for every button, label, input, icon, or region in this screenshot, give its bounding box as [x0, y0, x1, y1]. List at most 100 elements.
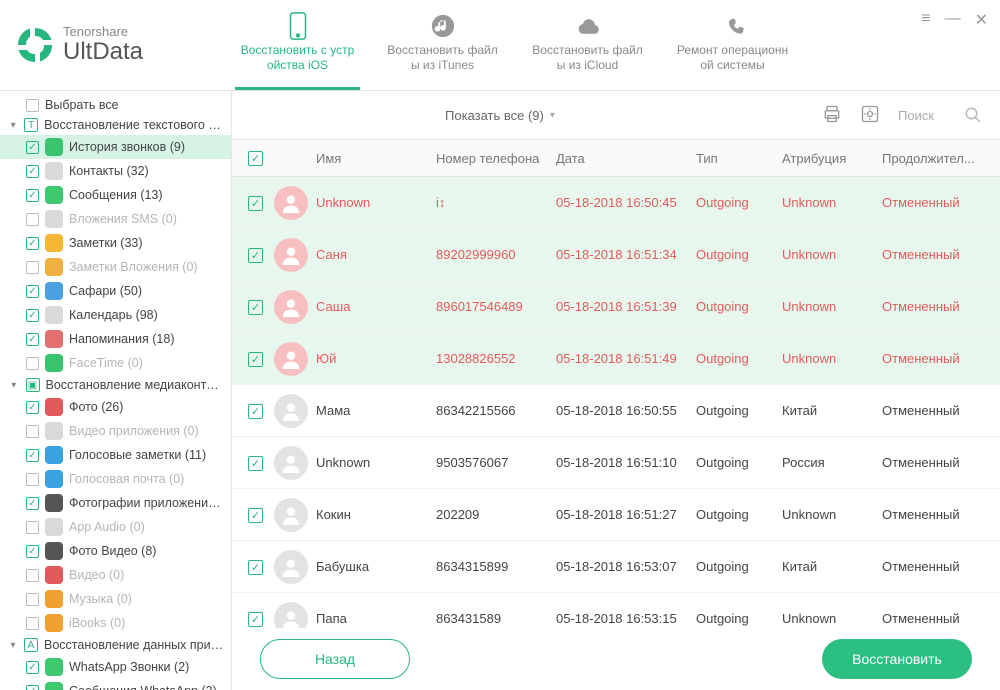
tab-label: Восстановить файлы из iTunes [387, 43, 497, 73]
section-0[interactable]: ▾TВосстановление текстового содержи [0, 115, 231, 135]
collapse-icon[interactable]: ▾ [8, 380, 20, 391]
checkbox[interactable] [26, 521, 39, 534]
sidebar-item-0-0[interactable]: ✓История звонков (9) [0, 135, 231, 159]
search-box[interactable]: Поиск [898, 106, 982, 124]
col-type[interactable]: Тип [692, 151, 778, 166]
sidebar-item-1-9[interactable]: iBooks (0) [0, 611, 231, 635]
tab-3[interactable]: Ремонт операционной системы [660, 0, 805, 90]
section-1[interactable]: ▾▣Восстановление медиаконтента [0, 375, 231, 395]
section-2[interactable]: ▾AВосстановление данных приложений [0, 635, 231, 655]
search-icon [964, 106, 982, 124]
table-row[interactable]: ✓Саня8920299996005-18-2018 16:51:34Outgo… [232, 229, 1000, 281]
row-checkbox[interactable]: ✓ [248, 352, 263, 367]
checkbox[interactable]: ✓ [26, 141, 39, 154]
row-checkbox[interactable]: ✓ [248, 612, 263, 627]
cell-name: Саша [312, 299, 432, 314]
cell-attr: Китай [778, 559, 878, 574]
checkbox[interactable] [26, 99, 39, 112]
minimize-icon[interactable]: — [945, 10, 961, 30]
back-button[interactable]: Назад [260, 639, 410, 679]
sidebar-item-0-4[interactable]: ✓Заметки (33) [0, 231, 231, 255]
recover-button[interactable]: Восстановить [822, 639, 972, 679]
table-row[interactable]: ✓Мама8634221556605-18-2018 16:50:55Outgo… [232, 385, 1000, 437]
close-icon[interactable]: ✕ [975, 10, 988, 30]
sidebar-item-2-1[interactable]: ✓Сообщения WhatsApp (3) [0, 679, 231, 690]
row-checkbox[interactable]: ✓ [248, 560, 263, 575]
row-checkbox[interactable]: ✓ [248, 404, 263, 419]
col-attr[interactable]: Атрибуция [778, 151, 878, 166]
sidebar-item-1-4[interactable]: ✓Фотографии приложений (24 [0, 491, 231, 515]
checkbox[interactable] [26, 357, 39, 370]
collapse-icon[interactable]: ▾ [8, 120, 18, 131]
collapse-icon[interactable]: ▾ [8, 640, 18, 651]
checkbox[interactable]: ✓ [26, 165, 39, 178]
checkbox[interactable] [26, 617, 39, 630]
tab-0[interactable]: Восстановить с устройства iOS [225, 0, 370, 90]
sidebar-item-1-5[interactable]: App Audio (0) [0, 515, 231, 539]
sidebar-item-0-3[interactable]: Вложения SMS (0) [0, 207, 231, 231]
table-row[interactable]: ✓Папа86343158905-18-2018 16:53:15Outgoin… [232, 593, 1000, 628]
col-dur[interactable]: Продолжител... [878, 151, 988, 166]
sidebar-item-1-0[interactable]: ✓Фото (26) [0, 395, 231, 419]
cell-attr: Unknown [778, 299, 878, 314]
tab-icon [285, 13, 311, 39]
print-icon[interactable] [822, 104, 842, 127]
table-row[interactable]: ✓Юй1302882655205-18-2018 16:51:49Outgoin… [232, 333, 1000, 385]
table-row[interactable]: ✓Unknown950357606705-18-2018 16:51:10Out… [232, 437, 1000, 489]
avatar [274, 602, 308, 629]
select-all-row[interactable]: Выбрать все [0, 95, 231, 115]
sidebar-item-1-6[interactable]: ✓Фото Видео (8) [0, 539, 231, 563]
checkbox[interactable] [26, 261, 39, 274]
sidebar-item-1-3[interactable]: Голосовая почта (0) [0, 467, 231, 491]
settings-icon[interactable] [860, 104, 880, 127]
product-text: UltData [63, 39, 143, 65]
checkbox[interactable]: ✓ [26, 189, 39, 202]
cell-date: 05-18-2018 16:51:49 [552, 351, 692, 366]
sidebar-item-1-1[interactable]: Видео приложения (0) [0, 419, 231, 443]
menu-icon[interactable]: ≡ [921, 10, 930, 30]
table-row[interactable]: ✓Кокин20220905-18-2018 16:51:27OutgoingU… [232, 489, 1000, 541]
sidebar-item-0-1[interactable]: ✓Контакты (32) [0, 159, 231, 183]
sidebar-item-1-2[interactable]: ✓Голосовые заметки (11) [0, 443, 231, 467]
row-checkbox[interactable]: ✓ [248, 196, 263, 211]
checkbox[interactable]: ✓ [26, 497, 39, 510]
cell-attr: Unknown [778, 351, 878, 366]
sidebar-item-1-8[interactable]: Музыка (0) [0, 587, 231, 611]
checkbox[interactable]: ✓ [26, 309, 39, 322]
tab-1[interactable]: Восстановить файлы из iTunes [370, 0, 515, 90]
sidebar-item-0-5[interactable]: Заметки Вложения (0) [0, 255, 231, 279]
table-row[interactable]: ✓Unknowni↕05-18-2018 16:50:45OutgoingUnk… [232, 177, 1000, 229]
row-checkbox[interactable]: ✓ [248, 300, 263, 315]
checkbox[interactable] [26, 593, 39, 606]
checkbox[interactable] [26, 569, 39, 582]
checkbox[interactable]: ✓ [26, 661, 39, 674]
sidebar-item-0-8[interactable]: ✓Напоминания (18) [0, 327, 231, 351]
row-checkbox[interactable]: ✓ [248, 248, 263, 263]
checkbox[interactable]: ✓ [26, 449, 39, 462]
col-name[interactable]: Имя [312, 151, 432, 166]
sidebar-item-0-9[interactable]: FaceTime (0) [0, 351, 231, 375]
sidebar-item-1-7[interactable]: Видео (0) [0, 563, 231, 587]
col-phone[interactable]: Номер телефона [432, 151, 552, 166]
row-checkbox[interactable]: ✓ [248, 456, 263, 471]
sidebar-item-2-0[interactable]: ✓WhatsApp Звонки (2) [0, 655, 231, 679]
checkbox[interactable] [26, 425, 39, 438]
checkbox[interactable]: ✓ [26, 685, 39, 690]
checkbox[interactable]: ✓ [26, 401, 39, 414]
checkbox[interactable]: ✓ [26, 285, 39, 298]
checkbox[interactable]: ✓ [26, 333, 39, 346]
col-date[interactable]: Дата [552, 151, 692, 166]
tab-2[interactable]: Восстановить файлы из iCloud [515, 0, 660, 90]
select-all-checkbox[interactable]: ✓ [248, 151, 263, 166]
checkbox[interactable] [26, 473, 39, 486]
table-row[interactable]: ✓Саша89601754648905-18-2018 16:51:39Outg… [232, 281, 1000, 333]
row-checkbox[interactable]: ✓ [248, 508, 263, 523]
sidebar-item-0-7[interactable]: ✓Календарь (98) [0, 303, 231, 327]
sidebar-item-0-6[interactable]: ✓Сафари (50) [0, 279, 231, 303]
filter-dropdown[interactable]: Показать все (9) ▾ [445, 108, 555, 123]
sidebar-item-0-2[interactable]: ✓Сообщения (13) [0, 183, 231, 207]
checkbox[interactable]: ✓ [26, 237, 39, 250]
checkbox[interactable] [26, 213, 39, 226]
table-row[interactable]: ✓Бабушка863431589905-18-2018 16:53:07Out… [232, 541, 1000, 593]
checkbox[interactable]: ✓ [26, 545, 39, 558]
